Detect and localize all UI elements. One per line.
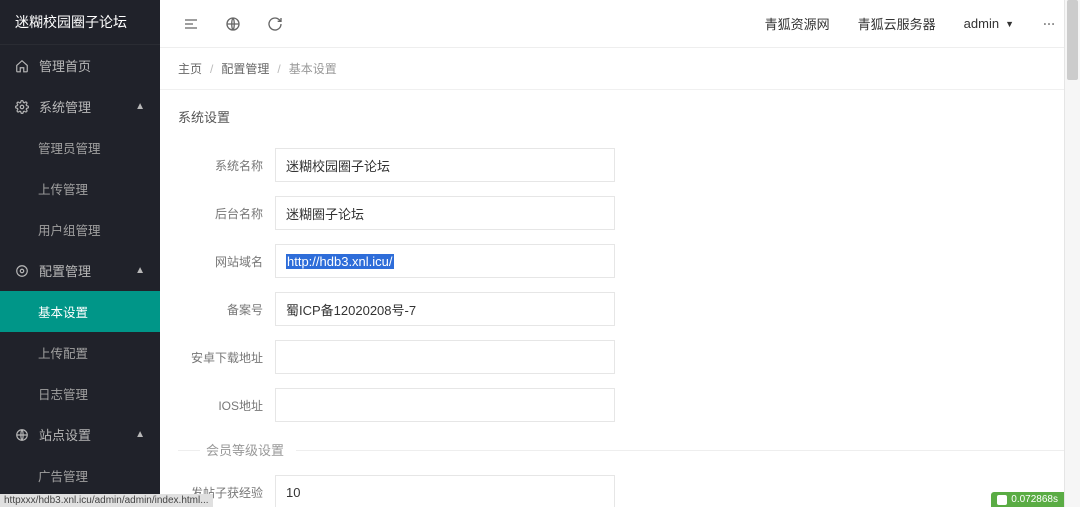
input-post-exp[interactable]	[275, 475, 615, 507]
perf-badge: 0.072868s	[991, 492, 1064, 507]
leaf-icon	[997, 495, 1007, 505]
label-domain: 网站域名	[178, 253, 263, 270]
input-icp[interactable]	[275, 292, 615, 326]
content-panel: 系统设置 系统名称 后台名称 网站域名 http://hdb3.xnl.icu/	[160, 90, 1080, 507]
input-ios[interactable]	[275, 388, 615, 422]
input-android[interactable]	[275, 340, 615, 374]
toggle-sidebar-button[interactable]	[170, 0, 212, 48]
sidebar-item-adminmgr[interactable]: 管理员管理	[0, 127, 160, 168]
sidebar-item-uploadcfg[interactable]: 上传配置	[0, 332, 160, 373]
breadcrumb-config[interactable]: 配置管理	[221, 60, 269, 77]
input-domain[interactable]: http://hdb3.xnl.icu/	[275, 244, 615, 278]
label-android: 安卓下载地址	[178, 349, 263, 366]
status-link-hint: httpxxx/hdb3.xnl.icu/admin/admin/index.h…	[0, 494, 213, 507]
sidebar: 迷糊校园圈子论坛 管理首页 系统管理 ▲ 管理员管理 上传管理 用户组管理 配置…	[0, 0, 160, 507]
brand-title: 迷糊校园圈子论坛	[0, 0, 160, 45]
sliders-icon	[15, 264, 29, 278]
main-area: 青狐资源网 青狐云服务器 admin ▼ 主页 / 配置管理 / 基本设置 系统…	[160, 0, 1080, 507]
panel-title: 系统设置	[178, 95, 1062, 138]
sidebar-item-adsmgr[interactable]: 广告管理	[0, 455, 160, 496]
label-backend-name: 后台名称	[178, 205, 263, 222]
breadcrumb-current: 基本设置	[289, 60, 337, 77]
sidebar-item-uploadmgr[interactable]: 上传管理	[0, 168, 160, 209]
breadcrumb-home[interactable]: 主页	[178, 60, 202, 77]
input-backend-name[interactable]	[275, 196, 615, 230]
label-icp: 备案号	[178, 301, 263, 318]
sidebar-group-site[interactable]: 站点设置 ▲	[0, 414, 160, 455]
globe-icon	[15, 428, 29, 442]
sidebar-item-home[interactable]: 管理首页	[0, 45, 160, 86]
sidebar-item-label: 管理首页	[39, 56, 91, 75]
chevron-up-icon: ▲	[135, 429, 145, 440]
sidebar-group-label: 系统管理	[39, 97, 91, 116]
caret-down-icon: ▼	[1005, 19, 1014, 29]
sidebar-group-label: 站点设置	[39, 425, 91, 444]
user-menu[interactable]: admin ▼	[950, 0, 1028, 48]
input-system-name[interactable]	[275, 148, 615, 182]
sidebar-item-basicsetting[interactable]: 基本设置	[0, 291, 160, 332]
top-link-resource[interactable]: 青狐资源网	[751, 0, 844, 48]
chevron-up-icon: ▲	[135, 101, 145, 112]
chevron-up-icon: ▲	[135, 265, 145, 276]
scrollbar[interactable]	[1064, 0, 1080, 507]
sidebar-item-usergroupmgr[interactable]: 用户组管理	[0, 209, 160, 250]
language-button[interactable]	[212, 0, 254, 48]
home-icon	[15, 59, 29, 73]
refresh-button[interactable]	[254, 0, 296, 48]
legend-member: 会员等级设置	[206, 440, 1062, 459]
label-system-name: 系统名称	[178, 157, 263, 174]
sidebar-group-label: 配置管理	[39, 261, 91, 280]
top-link-cloud[interactable]: 青狐云服务器	[844, 0, 950, 48]
selected-text: http://hdb3.xnl.icu/	[286, 254, 394, 269]
top-header: 青狐资源网 青狐云服务器 admin ▼	[160, 0, 1080, 48]
label-ios: IOS地址	[178, 397, 263, 414]
breadcrumb: 主页 / 配置管理 / 基本设置	[160, 48, 1080, 90]
scrollbar-thumb[interactable]	[1067, 0, 1078, 80]
sidebar-item-logmgr[interactable]: 日志管理	[0, 373, 160, 414]
gear-icon	[15, 100, 29, 114]
sidebar-group-system[interactable]: 系统管理 ▲	[0, 86, 160, 127]
sidebar-group-config[interactable]: 配置管理 ▲	[0, 250, 160, 291]
